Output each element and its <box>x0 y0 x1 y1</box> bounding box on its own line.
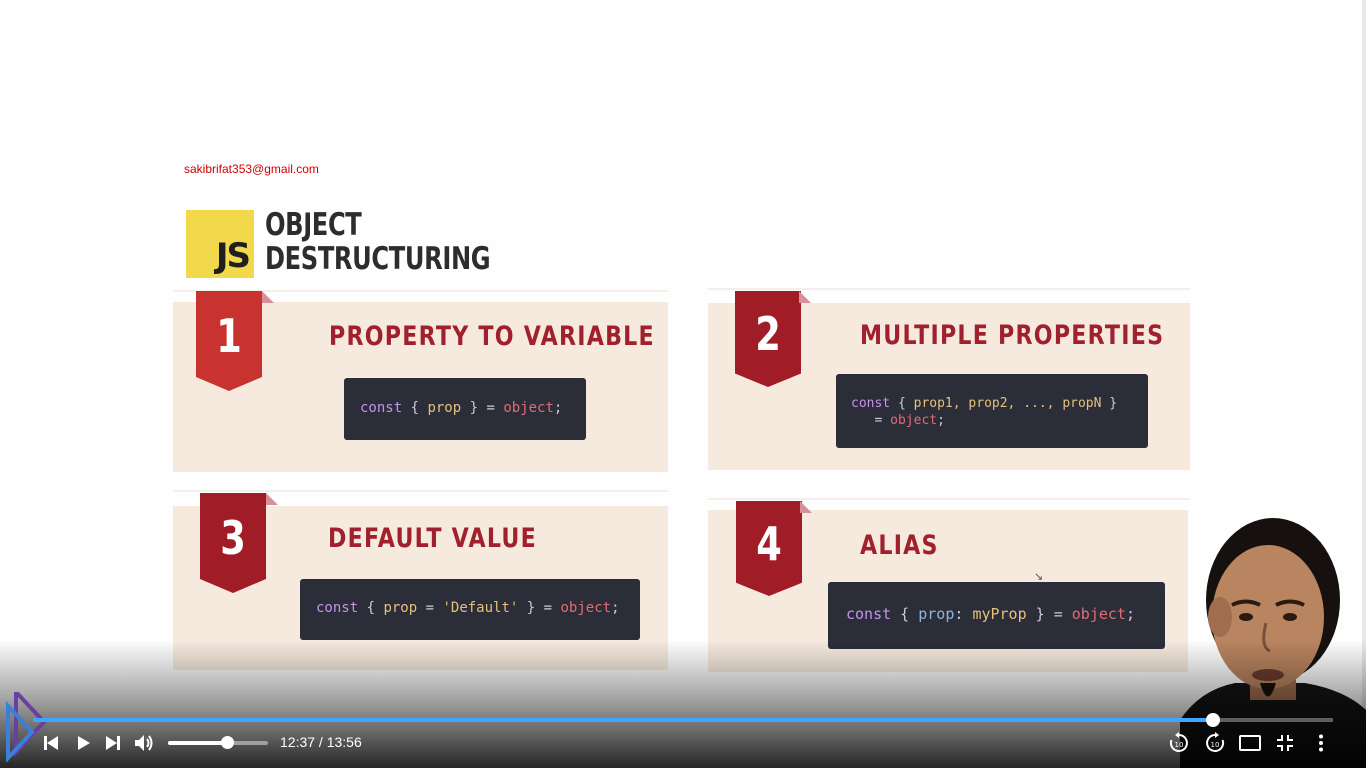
mute-button[interactable] <box>131 730 157 756</box>
more-options-button[interactable] <box>1308 730 1334 756</box>
code-keyword: const <box>316 600 359 616</box>
card-heading: PROPERTY TO VARIABLE <box>329 321 655 352</box>
ribbon-number: 2 <box>755 307 781 361</box>
code-punct: { <box>891 605 919 623</box>
card-divider <box>173 490 668 492</box>
more-options-icon <box>1319 734 1323 752</box>
slide-title-line1: OBJECT <box>265 207 362 243</box>
code-punct: ; <box>937 413 945 428</box>
rewind-10-button[interactable]: 10 <box>1166 730 1192 756</box>
next-button[interactable] <box>100 730 126 756</box>
code-punct: } = <box>1026 605 1072 623</box>
ribbon-fold <box>800 501 812 513</box>
mouse-pointer-icon: ↘ <box>1034 571 1044 583</box>
play-icon <box>78 736 90 750</box>
code-punct: ; <box>1125 605 1135 623</box>
code-string: 'Default' <box>442 600 519 616</box>
code-punct: } <box>1101 396 1118 411</box>
code-punct: ; <box>553 400 563 416</box>
code-punct: = <box>874 413 891 428</box>
forward-10-icon: 10 <box>1206 732 1225 752</box>
next-icon <box>106 736 120 750</box>
volume-slider[interactable] <box>168 736 268 749</box>
previous-icon <box>44 736 58 750</box>
code-object: object <box>1071 605 1126 623</box>
code-object: object <box>503 400 554 416</box>
slide-title: OBJECT DESTRUCTURING <box>265 207 491 277</box>
code-object: object <box>560 600 612 616</box>
card-divider <box>708 288 1190 290</box>
seek-bar-played <box>33 718 1214 722</box>
time-display: 12:37 / 13:56 <box>280 734 362 750</box>
rewind-10-icon: 10 <box>1169 732 1188 752</box>
code-keyword: const <box>846 605 892 623</box>
code-keyword: const <box>360 400 403 416</box>
code-punct: : <box>954 605 973 623</box>
card-heading: MULTIPLE PROPERTIES <box>860 320 1165 351</box>
code-snippet: const { prop1, prop2, ..., propN } = obj… <box>836 374 1148 448</box>
code-prop: prop <box>383 600 418 616</box>
code-prop: prop <box>427 400 462 416</box>
ribbon-number: 4 <box>756 516 782 571</box>
slide-title-line2: DESTRUCTURING <box>265 241 491 277</box>
code-punct: = <box>417 600 443 616</box>
code-alias: myProp <box>972 605 1027 623</box>
code-punct: { <box>402 400 428 416</box>
ribbon-fold <box>262 291 274 303</box>
js-logo-text: JS <box>215 236 251 276</box>
volume-slider-level <box>168 741 227 745</box>
ribbon-4: 4 <box>736 501 802 596</box>
volume-slider-handle[interactable] <box>221 736 234 749</box>
js-logo: JS <box>186 210 254 278</box>
theater-mode-button[interactable] <box>1237 730 1263 756</box>
card-divider <box>708 498 1190 500</box>
email-watermark: sakibrifat353@gmail.com <box>184 162 319 176</box>
code-punct: } = <box>461 400 504 416</box>
ribbon-fold <box>799 291 811 303</box>
code-snippet: const { prop = 'Default' } = object; <box>300 579 640 640</box>
code-punct: { <box>890 396 914 411</box>
ribbon-number: 3 <box>220 511 246 565</box>
code-punct: } = <box>518 600 561 616</box>
theater-mode-icon <box>1239 735 1261 751</box>
code-snippet: const { prop: myProp } = object; <box>828 582 1165 649</box>
ribbon-fold <box>266 493 278 505</box>
forward-10-button[interactable]: 10 <box>1202 730 1228 756</box>
card-heading: DEFAULT VALUE <box>328 523 537 554</box>
ribbon-number: 1 <box>216 309 242 363</box>
svg-text:10: 10 <box>1211 741 1220 749</box>
code-punct: ; <box>611 600 620 616</box>
ribbon-2: 2 <box>735 291 801 387</box>
controls-gradient <box>0 640 1366 768</box>
ribbon-3: 3 <box>200 493 266 593</box>
card-heading: ALIAS <box>860 530 939 561</box>
previous-button[interactable] <box>38 730 64 756</box>
code-punct: { <box>358 600 384 616</box>
code-keyword: const <box>851 396 891 411</box>
ribbon-1: 1 <box>196 291 262 391</box>
code-object: object <box>890 413 938 428</box>
volume-icon <box>135 735 153 751</box>
video-frame[interactable]: sakibrifat353@gmail.com JS OBJECT DESTRU… <box>0 0 1366 768</box>
svg-text:10: 10 <box>1175 741 1184 749</box>
code-props: prop1, prop2, ..., propN <box>913 396 1102 411</box>
play-button[interactable] <box>70 730 96 756</box>
code-snippet: const { prop } = object; <box>344 378 586 440</box>
seek-bar[interactable] <box>33 713 1333 727</box>
code-prop: prop <box>918 605 955 623</box>
exit-fullscreen-icon <box>1277 735 1293 751</box>
exit-fullscreen-button[interactable] <box>1272 730 1298 756</box>
